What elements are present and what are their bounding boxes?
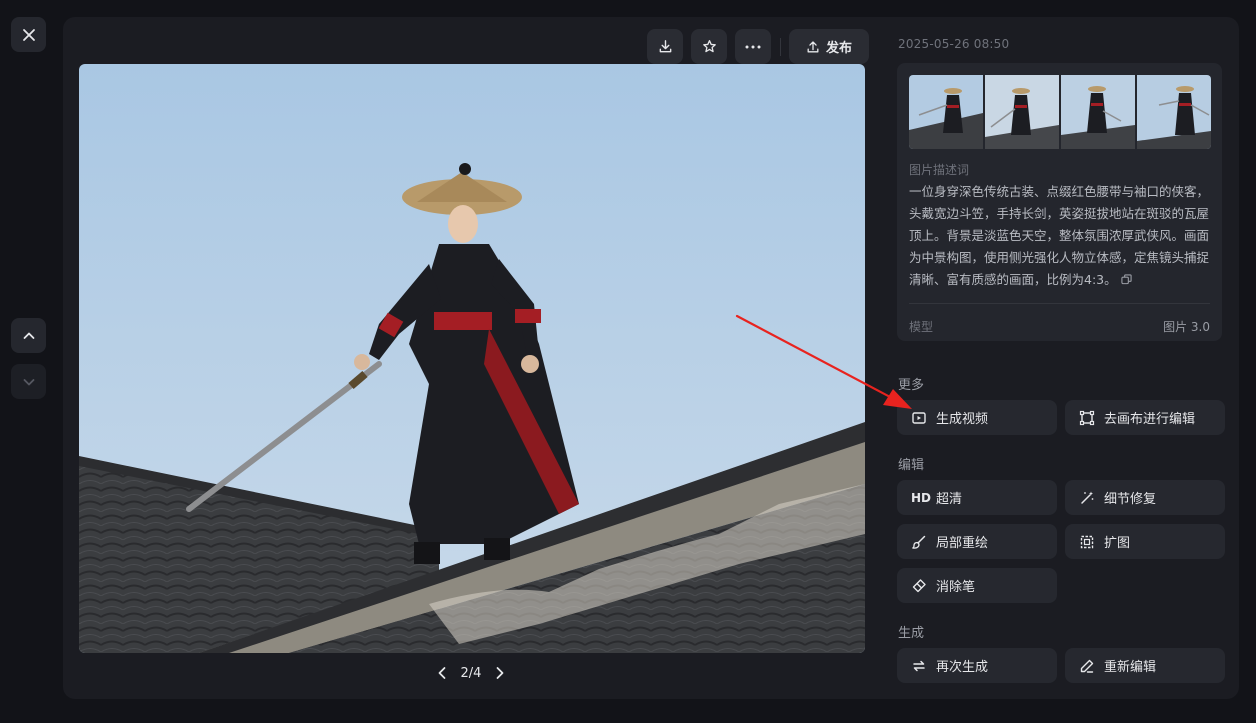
annotation-arrow-icon [735, 314, 912, 409]
